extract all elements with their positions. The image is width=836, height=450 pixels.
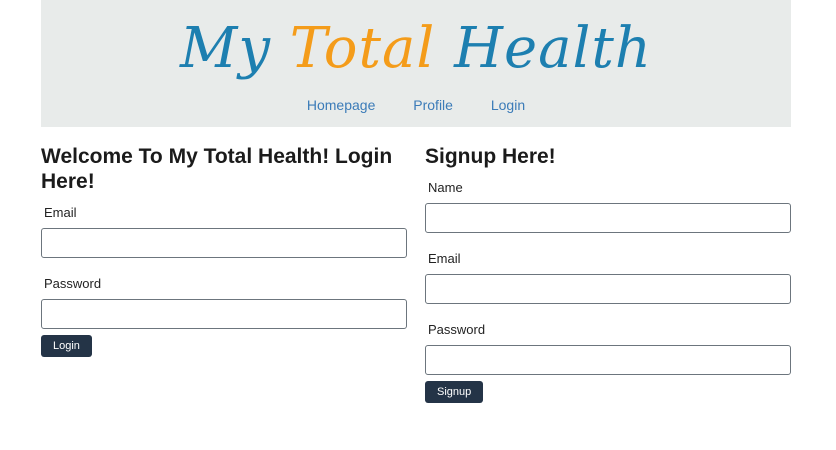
signup-password-input[interactable] xyxy=(425,345,791,375)
signup-name-input[interactable] xyxy=(425,203,791,233)
nav-link-login[interactable]: Login xyxy=(491,97,525,113)
signup-heading: Signup Here! xyxy=(425,145,556,168)
login-heading: Welcome To My Total Health! Login Here! xyxy=(41,145,393,193)
logo-word-health: Health xyxy=(454,16,652,81)
login-button[interactable]: Login xyxy=(41,335,92,357)
login-email-label: Email xyxy=(44,205,77,220)
signup-form: Signup Here! Name Email Password Signup xyxy=(425,144,791,403)
signup-email-label: Email xyxy=(428,251,461,266)
login-password-label: Password xyxy=(44,276,102,291)
signup-email-input[interactable] xyxy=(425,274,791,304)
signup-password-label: Password xyxy=(428,322,486,337)
signup-name-label: Name xyxy=(428,180,463,195)
main-nav: Homepage Profile Login xyxy=(41,97,791,113)
login-password-input[interactable] xyxy=(41,299,407,329)
login-form: Welcome To My Total Health! Login Here! … xyxy=(41,144,407,357)
nav-link-profile[interactable]: Profile xyxy=(413,97,453,113)
logo-word-my: My xyxy=(180,16,271,81)
logo-word-total: Total xyxy=(289,16,436,81)
signup-button[interactable]: Signup xyxy=(425,381,484,403)
nav-link-homepage[interactable]: Homepage xyxy=(307,97,376,113)
site-header: My Total Health Homepage Profile Login xyxy=(41,0,791,127)
site-logo[interactable]: My Total Health xyxy=(41,4,791,94)
login-email-input[interactable] xyxy=(41,228,407,258)
